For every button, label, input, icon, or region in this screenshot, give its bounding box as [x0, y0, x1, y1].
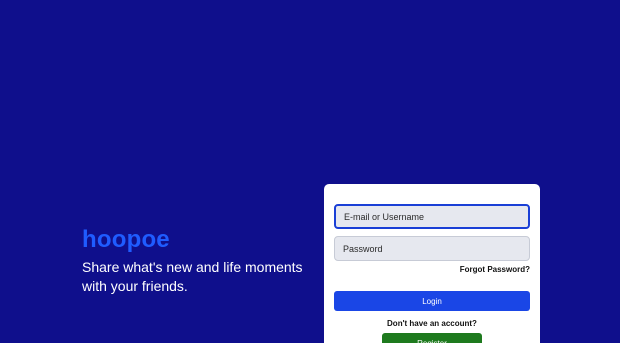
brand-logo: hoopoe [82, 226, 170, 253]
no-account-text: Don't have an account? [387, 319, 477, 328]
email-username-input[interactable] [334, 204, 530, 229]
forgot-password-link[interactable]: Forgot Password? [460, 265, 530, 274]
tagline: Share what's new and life moments with y… [82, 259, 303, 294]
password-input[interactable] [334, 236, 530, 261]
login-button[interactable]: Login [334, 291, 530, 311]
register-button[interactable]: Register [382, 333, 482, 343]
hero-section: hoopoe Share what's new and life moments… [82, 226, 312, 296]
landing-page: hoopoe Share what's new and life moments… [0, 0, 620, 343]
login-card: Forgot Password? Login Don't have an acc… [324, 184, 540, 343]
